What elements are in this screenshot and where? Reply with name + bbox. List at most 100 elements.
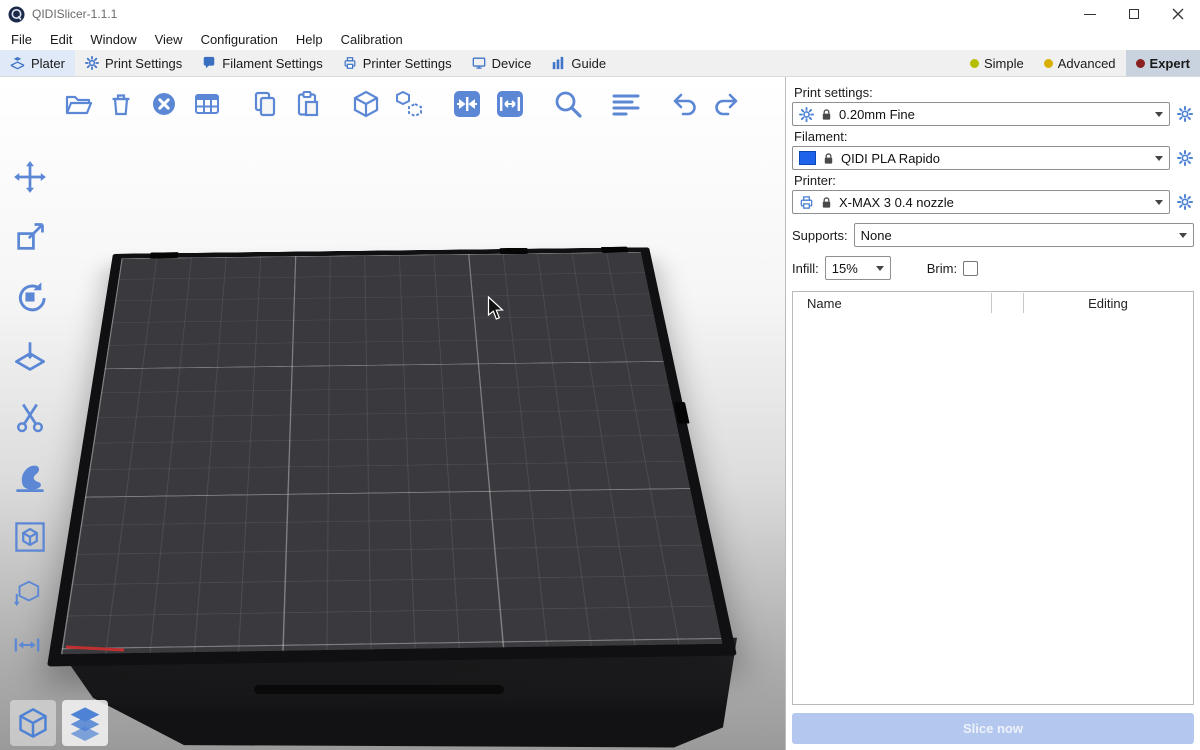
top-toolbar	[60, 86, 752, 122]
lock-icon	[820, 196, 833, 209]
print-settings-combo[interactable]: 0.20mm Fine	[792, 102, 1170, 126]
mirror-fit-button[interactable]	[492, 86, 528, 122]
paste-icon	[293, 89, 323, 119]
arrange-grid-icon	[192, 89, 222, 119]
printer-gear-button[interactable]	[1176, 193, 1194, 211]
menu-window[interactable]: Window	[81, 28, 145, 50]
slice-now-button[interactable]: Slice now	[792, 713, 1194, 744]
object-list-header: Name Editing	[793, 292, 1193, 315]
gear-icon	[1177, 106, 1193, 122]
menu-edit[interactable]: Edit	[41, 28, 81, 50]
variable-layer-height-button[interactable]	[608, 86, 644, 122]
3d-editor-icon	[16, 706, 50, 740]
search-button[interactable]	[550, 86, 586, 122]
supports-value: None	[861, 228, 892, 243]
editor-view-button[interactable]	[10, 700, 56, 746]
infill-combo[interactable]: 15%	[825, 256, 891, 280]
redo-button[interactable]	[709, 86, 745, 122]
paste-button[interactable]	[290, 86, 326, 122]
menu-calibration[interactable]: Calibration	[332, 28, 412, 50]
tab-bar: Plater Print Settings Filament Settings …	[0, 50, 1200, 77]
filament-icon	[202, 56, 216, 70]
drop-cube-icon	[13, 579, 41, 607]
gear-icon	[1177, 150, 1193, 166]
brim-checkbox[interactable]	[963, 261, 978, 276]
fill-bed-button[interactable]	[449, 86, 485, 122]
filament-gear-button[interactable]	[1176, 149, 1194, 167]
window-title: QIDISlicer-1.1.1	[32, 7, 117, 21]
mouse-cursor	[487, 296, 505, 322]
close-button[interactable]	[1156, 0, 1200, 28]
print-settings-value: 0.20mm Fine	[839, 107, 915, 122]
cut-button[interactable]	[8, 395, 52, 439]
mirror-icon	[13, 631, 41, 659]
rotate-button[interactable]	[8, 275, 52, 319]
plater-icon	[10, 56, 25, 71]
preview-view-button[interactable]	[62, 700, 108, 746]
delete-button[interactable]	[103, 86, 139, 122]
printer-value: X-MAX 3 0.4 nozzle	[839, 195, 954, 210]
menu-view[interactable]: View	[146, 28, 192, 50]
printer-icon	[799, 195, 814, 210]
drop-cube-button[interactable]	[8, 575, 46, 611]
app-window: QIDISlicer-1.1.1 File Edit Window View C…	[0, 0, 1200, 750]
device-monitor-icon	[472, 56, 486, 70]
fill-bed-icon	[452, 89, 482, 119]
column-editing: Editing	[1023, 296, 1193, 311]
mode-simple[interactable]: Simple	[960, 50, 1034, 76]
menu-help[interactable]: Help	[287, 28, 332, 50]
printer-combo[interactable]: X-MAX 3 0.4 nozzle	[792, 190, 1170, 214]
gear-icon	[799, 107, 814, 122]
menu-configuration[interactable]: Configuration	[192, 28, 287, 50]
scale-button[interactable]	[8, 215, 52, 259]
filament-value: QIDI PLA Rapido	[841, 151, 940, 166]
tab-label: Print Settings	[105, 56, 182, 71]
print-settings-label: Print settings:	[794, 85, 1192, 100]
mirror-button[interactable]	[8, 627, 46, 663]
tab-label: Guide	[571, 56, 606, 71]
brim-label: Brim:	[927, 261, 957, 276]
emboss-frame-button[interactable]	[8, 515, 52, 559]
minimize-button[interactable]	[1068, 0, 1112, 28]
emboss-frame-icon	[13, 520, 47, 554]
maximize-button[interactable]	[1112, 0, 1156, 28]
mode-advanced[interactable]: Advanced	[1034, 50, 1126, 76]
object-list: Name Editing	[792, 291, 1194, 705]
filament-combo[interactable]: QIDI PLA Rapido	[792, 146, 1170, 170]
paint-support-button[interactable]	[8, 455, 52, 499]
add-instance-button[interactable]	[348, 86, 384, 122]
undo-button[interactable]	[666, 86, 702, 122]
split-cubes-icon	[394, 89, 424, 119]
delete-all-button[interactable]	[146, 86, 182, 122]
move-button[interactable]	[8, 155, 52, 199]
bed-grid	[61, 252, 723, 654]
scissors-icon	[13, 400, 47, 434]
print-settings-gear-button[interactable]	[1176, 105, 1194, 123]
3d-viewport[interactable]	[0, 77, 785, 750]
supports-combo[interactable]: None	[854, 223, 1194, 247]
object-list-body[interactable]	[793, 315, 1193, 704]
mode-label: Advanced	[1058, 56, 1116, 71]
mode-expert[interactable]: Expert	[1126, 50, 1200, 76]
printer-icon	[343, 56, 357, 70]
place-on-face-button[interactable]	[8, 335, 52, 379]
tab-filament-settings[interactable]: Filament Settings	[192, 50, 332, 76]
redo-icon	[712, 89, 742, 119]
bed-clip	[150, 252, 179, 258]
scale-icon	[13, 220, 47, 254]
tab-device[interactable]: Device	[462, 50, 542, 76]
tab-print-settings[interactable]: Print Settings	[75, 50, 192, 76]
open-project-button[interactable]	[60, 86, 96, 122]
place-on-face-icon	[13, 340, 47, 374]
tab-plater[interactable]: Plater	[0, 50, 75, 76]
infill-label: Infill:	[792, 261, 819, 276]
preview-layers-icon	[67, 705, 103, 741]
tab-guide[interactable]: Guide	[541, 50, 616, 76]
arrange-button[interactable]	[189, 86, 225, 122]
split-objects-button[interactable]	[391, 86, 427, 122]
expert-mode-dot-icon	[1136, 59, 1145, 68]
tab-printer-settings[interactable]: Printer Settings	[333, 50, 462, 76]
menu-file[interactable]: File	[2, 28, 41, 50]
copy-button[interactable]	[247, 86, 283, 122]
tab-label: Device	[492, 56, 532, 71]
